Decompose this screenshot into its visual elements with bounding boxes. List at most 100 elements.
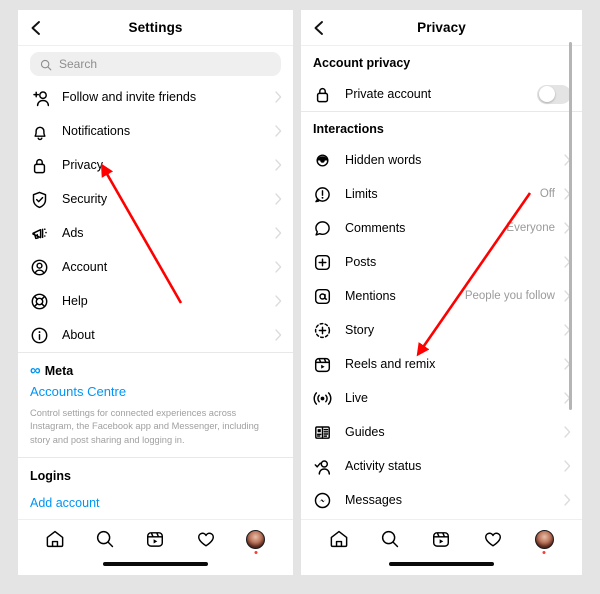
row-label: Account <box>62 260 108 274</box>
privacy-list: Account privacy Private account Interactio… <box>301 46 582 517</box>
tab-reels[interactable] <box>138 524 172 554</box>
chevron-right-icon <box>275 295 282 307</box>
tab-search[interactable] <box>373 524 407 554</box>
privacy-row-activity-status[interactable]: Activity status <box>301 449 582 483</box>
privacy-row-guides[interactable]: Guides <box>301 415 582 449</box>
row-label: Reels and remix <box>345 357 436 371</box>
settings-row-notifications[interactable]: Notifications <box>18 114 293 148</box>
row-label: Live <box>345 391 368 405</box>
tab-home[interactable] <box>38 524 72 554</box>
chevron-right-icon <box>275 261 282 273</box>
privacy-row-comments[interactable]: Comments Everyone <box>301 211 582 245</box>
chevron-right-icon <box>275 159 282 171</box>
eye-hidden-icon <box>316 153 329 167</box>
tab-profile[interactable] <box>239 524 273 554</box>
search-icon <box>40 58 52 71</box>
guides-book-icon <box>315 425 330 439</box>
tab-activity[interactable] <box>476 524 510 554</box>
settings-row-privacy[interactable]: Privacy <box>18 148 293 182</box>
chevron-right-icon <box>275 125 282 137</box>
at-square-icon <box>314 288 331 304</box>
messenger-icon <box>314 492 331 508</box>
comment-icon <box>315 220 330 236</box>
home-icon <box>330 530 348 548</box>
section-title-interactions: Interactions <box>301 112 582 143</box>
settings-row-account[interactable]: Account <box>18 250 293 284</box>
row-label: Privacy <box>62 158 103 172</box>
privacy-row-hidden-words[interactable]: Hidden words <box>301 143 582 177</box>
accounts-centre-description: Control settings for connected experienc… <box>30 408 259 445</box>
chevron-left-icon[interactable] <box>28 20 44 36</box>
row-label: Ads <box>62 226 84 240</box>
settings-row-help[interactable]: Help <box>18 284 293 318</box>
person-add-icon <box>33 90 49 106</box>
row-value: Off <box>539 188 555 200</box>
row-label: Story <box>345 323 375 337</box>
row-label: Hidden words <box>345 153 422 167</box>
privacy-row-messages[interactable]: Messages <box>301 483 582 517</box>
privacy-row-live[interactable]: Live <box>301 381 582 415</box>
chevron-right-icon <box>275 91 282 103</box>
search-input[interactable]: Search <box>30 52 281 76</box>
logins-section-title: Logins <box>18 458 293 484</box>
settings-row-ads[interactable]: Ads <box>18 216 293 250</box>
scrollbar[interactable] <box>569 42 572 410</box>
home-indicator <box>103 562 208 566</box>
row-label: Activity status <box>345 459 422 473</box>
privacy-row-story[interactable]: Story <box>301 313 582 347</box>
privacy-row-limits[interactable]: Limits Off <box>301 177 582 211</box>
tab-search[interactable] <box>88 524 122 554</box>
story-plus-icon <box>314 322 331 338</box>
chevron-right-icon <box>564 460 571 472</box>
row-label: Security <box>62 192 108 206</box>
privacy-header: Privacy <box>301 10 582 46</box>
section-title-account-privacy: Account privacy <box>301 46 582 77</box>
page-title: Settings <box>128 20 183 35</box>
settings-list: Follow and invite friends Notifications Pr… <box>18 80 293 352</box>
meta-brand-label: Meta <box>44 363 74 378</box>
megaphone-icon <box>32 227 47 239</box>
reels-icon <box>433 532 450 547</box>
lock-icon <box>33 158 46 173</box>
screenshot-root: Settings Search Follow and invite friend… <box>0 0 600 594</box>
settings-row-follow-and-invite-friends[interactable]: Follow and invite friends <box>18 80 293 114</box>
privacy-row-private-account[interactable]: Private account <box>301 77 582 111</box>
lock-icon <box>316 87 329 102</box>
row-label: Guides <box>345 425 385 439</box>
accounts-centre-link[interactable]: Accounts Centre <box>30 384 281 399</box>
info-circle-icon <box>31 327 48 343</box>
chevron-left-icon[interactable] <box>311 20 327 36</box>
reels-icon <box>314 357 331 372</box>
chevron-right-icon <box>275 329 282 341</box>
add-account-link[interactable]: Add account <box>18 483 293 520</box>
avatar <box>534 529 554 549</box>
person-circle-icon <box>31 259 48 275</box>
tab-profile[interactable] <box>527 524 561 554</box>
plus-square-icon <box>314 254 331 270</box>
chevron-right-icon <box>275 193 282 205</box>
settings-row-about[interactable]: About <box>18 318 293 352</box>
bottom-tabbar-right <box>301 519 582 575</box>
lifebuoy-icon <box>31 293 48 309</box>
row-label: Notifications <box>62 124 131 138</box>
search-placeholder: Search <box>59 57 98 71</box>
page-title: Privacy <box>417 20 466 35</box>
activity-person-icon <box>314 459 331 475</box>
row-label: Private account <box>345 87 432 101</box>
settings-screen: Settings Search Follow and invite friend… <box>18 10 293 575</box>
infinity-icon: ∞ <box>30 362 41 379</box>
tab-reels[interactable] <box>424 524 458 554</box>
tab-activity[interactable] <box>189 524 223 554</box>
privacy-row-reels-and-remix[interactable]: Reels and remix <box>301 347 582 381</box>
privacy-screen: Privacy Account privacy Private account In… <box>301 10 582 575</box>
privacy-row-mentions[interactable]: Mentions People you follow <box>301 279 582 313</box>
tab-home[interactable] <box>322 524 356 554</box>
settings-row-security[interactable]: Security <box>18 182 293 216</box>
row-label: About <box>62 328 95 342</box>
meta-accounts-centre-block: ∞ Meta Accounts Centre Control settings … <box>18 353 293 458</box>
private-account-toggle[interactable] <box>537 84 571 104</box>
row-label: Posts <box>345 255 377 269</box>
privacy-row-posts[interactable]: Posts <box>301 245 582 279</box>
bottom-tabbar-left <box>18 519 293 575</box>
row-label: Comments <box>345 221 406 235</box>
